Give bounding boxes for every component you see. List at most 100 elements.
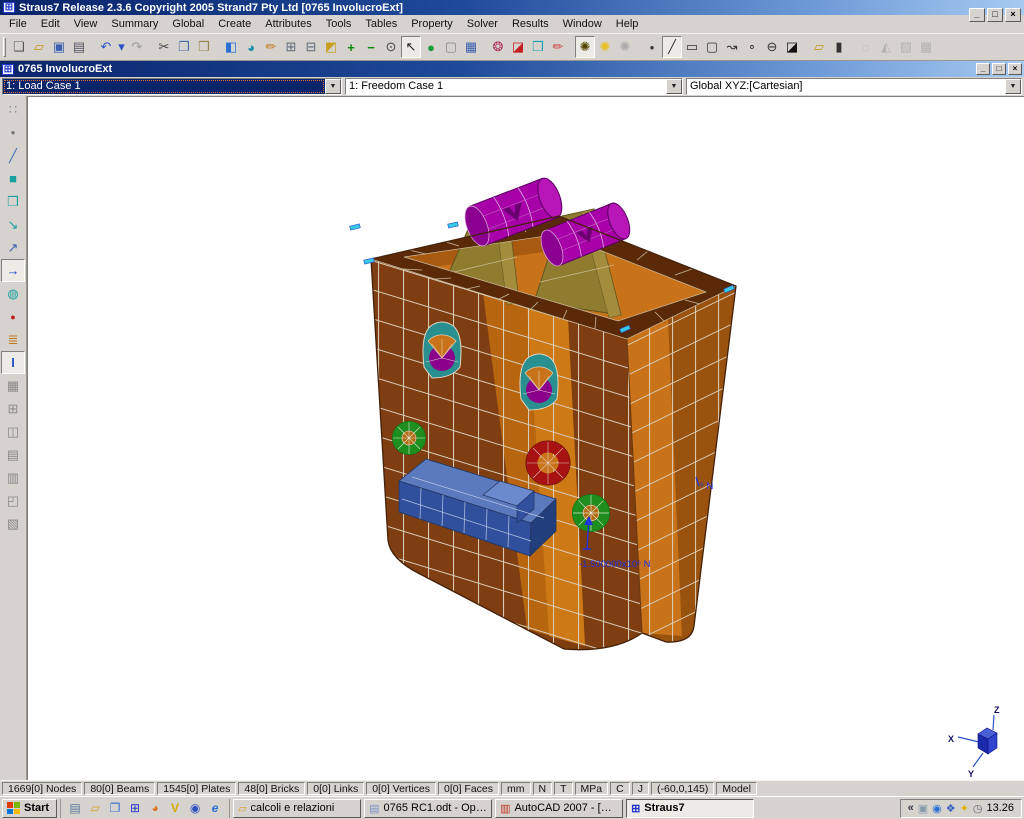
plate-icon[interactable]: ■ bbox=[1, 167, 25, 190]
attribute-marker-icon[interactable]: ◪ bbox=[508, 36, 528, 58]
light-on-icon[interactable]: ✺ bbox=[575, 36, 595, 58]
task-calcoli[interactable]: ▱ calcoli e relazioni bbox=[233, 799, 361, 818]
sketch-icon[interactable]: ✏ bbox=[261, 36, 281, 58]
paste-icon[interactable]: ❒ bbox=[194, 36, 214, 58]
beam-attribute-icon[interactable]: ≣ bbox=[1, 328, 25, 351]
grid-table-icon[interactable]: ▦ bbox=[461, 36, 481, 58]
load-case-combo[interactable]: 1: Load Case 1 ▼ bbox=[2, 78, 342, 95]
menu-item[interactable]: Attributes bbox=[258, 16, 318, 32]
select-plates-icon[interactable]: ◫ bbox=[1, 420, 25, 443]
child-maximize-button[interactable]: □ bbox=[992, 63, 1006, 75]
freedom-case-combo[interactable]: 1: Freedom Case 1 ▼ bbox=[345, 78, 683, 95]
print-icon[interactable]: ▤ bbox=[69, 36, 89, 58]
link-icon[interactable]: ↘ bbox=[1, 213, 25, 236]
quick-launch-media-icon[interactable]: ◉ bbox=[186, 799, 204, 817]
light-off-icon[interactable]: ✺ bbox=[615, 36, 635, 58]
new-file-icon[interactable]: ❏ bbox=[9, 36, 29, 58]
select-beams-icon[interactable]: ⊞ bbox=[1, 397, 25, 420]
menu-item[interactable]: Edit bbox=[34, 16, 67, 32]
snap-grid-icon[interactable]: ∷ bbox=[1, 98, 25, 121]
folder-tool-icon[interactable]: ▱ bbox=[809, 36, 829, 58]
node-attribute-icon[interactable]: → bbox=[1, 259, 25, 282]
select-bricks-icon[interactable]: ▤ bbox=[1, 443, 25, 466]
roundrect-tool-icon[interactable]: ▢ bbox=[702, 36, 722, 58]
task-openoffice[interactable]: ▤ 0765 RC1.odt - OpenOff... bbox=[364, 799, 492, 818]
quick-launch-window-icon[interactable]: ❐ bbox=[106, 799, 124, 817]
save-icon[interactable]: ▣ bbox=[49, 36, 69, 58]
zoom-in-icon[interactable]: + bbox=[341, 36, 361, 58]
plate-attribute-icon[interactable]: I bbox=[1, 351, 25, 374]
light-mid-icon[interactable]: ✺ bbox=[595, 36, 615, 58]
select-faces-icon[interactable]: ◰ bbox=[1, 489, 25, 512]
node-load-icon[interactable]: ● bbox=[1, 305, 25, 328]
freedom-case-dropdown-icon[interactable]: ▼ bbox=[666, 79, 682, 94]
quick-launch-v-icon[interactable]: V bbox=[166, 799, 184, 817]
start-button[interactable]: Start bbox=[2, 799, 57, 818]
menu-item[interactable]: Solver bbox=[460, 16, 505, 32]
brick-icon[interactable]: ❒ bbox=[1, 190, 25, 213]
copy-icon[interactable]: ❐ bbox=[174, 36, 194, 58]
cylinder-tool-icon[interactable]: ⊖ bbox=[762, 36, 782, 58]
zoom-tool-icon[interactable]: ⊙ bbox=[381, 36, 401, 58]
node-icon[interactable]: • bbox=[1, 121, 25, 144]
task-straus7[interactable]: ⊞ Straus7 bbox=[626, 799, 754, 818]
coord-system-dropdown-icon[interactable]: ▼ bbox=[1005, 79, 1021, 94]
menu-item[interactable]: View bbox=[67, 16, 105, 32]
maximize-button[interactable]: □ bbox=[987, 8, 1003, 22]
undo-dropdown-icon[interactable]: ▾ bbox=[116, 36, 127, 58]
line-tool-icon[interactable]: ╱ bbox=[662, 36, 682, 58]
menu-item[interactable]: Global bbox=[165, 16, 211, 32]
menu-item[interactable]: Window bbox=[556, 16, 609, 32]
model-viewport[interactable]: -1.500000x10⁶ N ⁶ N X Z Y bbox=[27, 96, 1024, 780]
quick-launch-desktop-icon[interactable]: ▤ bbox=[66, 799, 84, 817]
open-file-icon[interactable]: ▱ bbox=[29, 36, 49, 58]
child-minimize-button[interactable]: _ bbox=[976, 63, 990, 75]
menu-item[interactable]: Help bbox=[609, 16, 646, 32]
close-button[interactable]: × bbox=[1005, 8, 1021, 22]
menu-item[interactable]: Results bbox=[505, 16, 556, 32]
edit-attributes-icon[interactable]: ✏ bbox=[548, 36, 568, 58]
minimize-button[interactable]: _ bbox=[969, 8, 985, 22]
beam-icon[interactable]: ╱ bbox=[1, 144, 25, 167]
select-all-icon[interactable]: ▧ bbox=[1, 512, 25, 535]
dynamic-rotate-icon[interactable]: ◕ bbox=[241, 36, 261, 58]
tray-print-icon[interactable]: ▣ bbox=[918, 802, 928, 815]
rect-tool-icon[interactable]: ▭ bbox=[682, 36, 702, 58]
menu-item[interactable]: Tables bbox=[358, 16, 404, 32]
quick-launch-ie-icon[interactable]: e bbox=[206, 799, 224, 817]
zoom-strip-icon[interactable]: ▮ bbox=[829, 36, 849, 58]
color-wheel-icon[interactable]: ❂ bbox=[488, 36, 508, 58]
menu-item[interactable]: Summary bbox=[104, 16, 165, 32]
cut-icon[interactable]: ✂ bbox=[154, 36, 174, 58]
toolbar-grip[interactable] bbox=[3, 37, 6, 57]
vertex-icon[interactable]: ↗ bbox=[1, 236, 25, 259]
quick-launch-strand7-icon[interactable]: ⊞ bbox=[126, 799, 144, 817]
coord-system-combo[interactable]: Global XYZ:[Cartesian] ▼ bbox=[686, 78, 1022, 95]
globe-icon[interactable]: ● bbox=[421, 36, 441, 58]
quick-launch-folder-icon[interactable]: ▱ bbox=[86, 799, 104, 817]
select-links-icon[interactable]: ▥ bbox=[1, 466, 25, 489]
menu-item[interactable]: Property bbox=[404, 16, 460, 32]
brick-attribute-icon[interactable]: ◍ bbox=[1, 282, 25, 305]
load-case-dropdown-icon[interactable]: ▼ bbox=[325, 79, 341, 94]
tray-network-icon[interactable]: ❖ bbox=[946, 802, 956, 815]
paint-model-icon[interactable]: ◩ bbox=[321, 36, 341, 58]
redo-icon[interactable]: ↷ bbox=[127, 36, 147, 58]
menu-item[interactable]: Tools bbox=[319, 16, 359, 32]
menu-item[interactable]: Create bbox=[211, 16, 258, 32]
circle-tool-icon[interactable]: ∘ bbox=[742, 36, 762, 58]
tray-collapse-button[interactable]: « bbox=[908, 802, 914, 814]
pointer-icon[interactable]: ↖ bbox=[401, 36, 421, 58]
copy-attributes-icon[interactable]: ❒ bbox=[528, 36, 548, 58]
zoom-window-icon[interactable]: ⊞ bbox=[281, 36, 301, 58]
tray-clock-icon[interactable]: ◷ bbox=[973, 802, 983, 815]
select-nodes-icon[interactable]: ▦ bbox=[1, 374, 25, 397]
polyline-tool-icon[interactable]: ↝ bbox=[722, 36, 742, 58]
fill-mode-icon[interactable]: ◪ bbox=[782, 36, 802, 58]
task-autocad[interactable]: ▥ AutoCAD 2007 - [C:\Doc... bbox=[495, 799, 623, 818]
tray-alert-icon[interactable]: ✦ bbox=[960, 802, 969, 815]
quick-launch-firefox-icon[interactable]: ◕ bbox=[146, 799, 164, 817]
point-tool-icon[interactable]: • bbox=[642, 36, 662, 58]
tray-info-icon[interactable]: ◉ bbox=[932, 802, 942, 815]
entity-display-icon[interactable]: ◧ bbox=[221, 36, 241, 58]
